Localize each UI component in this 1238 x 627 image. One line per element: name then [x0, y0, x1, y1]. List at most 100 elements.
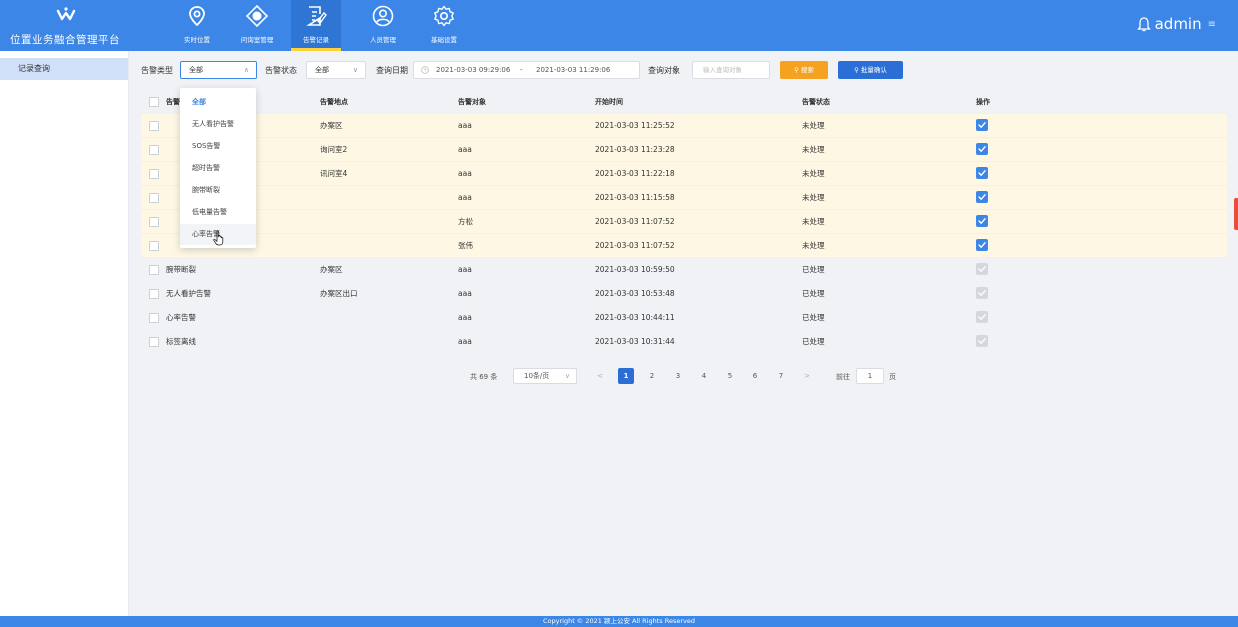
chevron-down-icon[interactable]: ≡ [1208, 19, 1216, 30]
page-2[interactable]: 2 [644, 368, 660, 384]
alarm-type-select[interactable]: 全部 ∧ [180, 61, 257, 79]
row-checkbox[interactable] [149, 241, 159, 251]
cell-target: 张伟 [458, 241, 473, 250]
dropdown-option[interactable]: 全部 [180, 92, 256, 113]
page-5[interactable]: 5 [722, 368, 738, 384]
logo-icon [56, 7, 76, 21]
table-row: 腕带断裂 办案区 aaa 2021-03-03 10:59:50 已处理 [141, 258, 1227, 282]
footer: Copyright © 2021 颍上公安 All Rights Reserve… [0, 616, 1238, 627]
confirm-checkbox[interactable] [976, 143, 988, 155]
clock-icon [421, 66, 429, 74]
table-row: 无人看护告警 办案区出口 aaa 2021-03-03 10:53:48 已处理 [141, 282, 1227, 306]
cell-type: 心率告警 [166, 313, 196, 322]
confirm-checkbox [976, 335, 988, 347]
table-row: 讯问室4 aaa 2021-03-03 11:22:18 未处理 [141, 162, 1227, 186]
total-count: 共 69 条 [470, 373, 498, 381]
search-button[interactable]: ⚲ 搜索 [780, 61, 828, 79]
sidebar-item-record-query[interactable]: 记录查询 [0, 58, 128, 80]
location-pin-icon [189, 6, 205, 27]
page-4[interactable]: 4 [696, 368, 712, 384]
confirm-checkbox [976, 263, 988, 275]
next-page-button[interactable]: > [799, 368, 815, 384]
nav-realtime-location[interactable]: 实时位置 [172, 0, 222, 51]
cell-target: 方松 [458, 217, 473, 226]
row-checkbox[interactable] [149, 337, 159, 347]
col-target: 告警对象 [458, 98, 486, 106]
date-end[interactable]: 2021-03-03 11:29:06 [536, 62, 610, 78]
page-6[interactable]: 6 [747, 368, 763, 384]
dropdown-option[interactable]: 超时告警 [180, 158, 256, 179]
cell-target: aaa [458, 193, 472, 202]
cell-start-time: 2021-03-03 10:53:48 [595, 289, 675, 298]
page-1[interactable]: 1 [618, 368, 634, 384]
cell-target: aaa [458, 145, 472, 154]
row-checkbox[interactable] [149, 169, 159, 179]
goto-suffix: 页 [889, 373, 896, 381]
nav-alarm-records[interactable]: 告警记录 [291, 0, 341, 51]
brand[interactable]: 位置业务融合管理平台 [0, 0, 130, 51]
cell-start-time: 2021-03-03 11:07:52 [595, 241, 675, 250]
date-start[interactable]: 2021-03-03 09:29:06 [436, 62, 510, 78]
alarm-status-select[interactable]: 全部 ∨ [306, 61, 366, 79]
cell-start-time: 2021-03-03 10:31:44 [595, 337, 675, 346]
confirm-checkbox[interactable] [976, 167, 988, 179]
side-handle[interactable] [1234, 198, 1238, 230]
confirm-checkbox[interactable] [976, 215, 988, 227]
confirm-checkbox[interactable] [976, 239, 988, 251]
cell-type: 无人看护告警 [166, 289, 211, 298]
row-checkbox[interactable] [149, 121, 159, 131]
cell-start-time: 2021-03-03 10:44:11 [595, 313, 675, 322]
nav-basic-settings[interactable]: 基础设置 [419, 0, 469, 51]
prev-page-button[interactable]: < [592, 368, 608, 384]
page-size-select[interactable]: 10条/页 ∨ [513, 368, 577, 384]
search-icon: ⚲ [854, 66, 861, 74]
date-range-picker[interactable]: 2021-03-03 09:29:06 - 2021-03-03 11:29:0… [413, 61, 640, 79]
cell-location: 办案区 [320, 121, 343, 130]
row-checkbox[interactable] [149, 313, 159, 323]
confirm-checkbox[interactable] [976, 191, 988, 203]
alarm-type-label: 告警类型 [141, 66, 173, 75]
dropdown-option[interactable]: SOS告警 [180, 136, 256, 157]
check-icon [978, 194, 986, 200]
user-icon [372, 5, 394, 27]
chevron-down-icon: ∨ [564, 372, 570, 380]
dropdown-option[interactable]: 低电量告警 [180, 202, 256, 223]
row-checkbox[interactable] [149, 289, 159, 299]
goto-page-input[interactable]: 1 [856, 368, 884, 384]
check-icon [978, 218, 986, 224]
query-target-input[interactable]: 输入查询对象 [692, 61, 770, 79]
check-icon [978, 314, 986, 320]
row-checkbox[interactable] [149, 217, 159, 227]
user-menu[interactable]: admin ≡ [1136, 15, 1216, 33]
row-checkbox[interactable] [149, 265, 159, 275]
row-checkbox[interactable] [149, 145, 159, 155]
top-header: 位置业务融合管理平台 实时位置 问询室管理 告警记录 人员管理 基础设置 adm… [0, 0, 1238, 51]
page-7[interactable]: 7 [773, 368, 789, 384]
confirm-checkbox [976, 311, 988, 323]
cell-location: 办案区出口 [320, 289, 358, 298]
cell-status: 已处理 [802, 265, 825, 274]
col-location: 告警地点 [320, 98, 348, 106]
alarm-status-label: 告警状态 [265, 66, 297, 75]
nav-interview-room[interactable]: 问询室管理 [232, 0, 282, 51]
nav-personnel[interactable]: 人员管理 [358, 0, 408, 51]
chevron-up-icon: ∧ [243, 66, 249, 74]
cell-status: 未处理 [802, 193, 825, 202]
cell-target: aaa [458, 313, 472, 322]
check-icon [978, 290, 986, 296]
confirm-checkbox [976, 287, 988, 299]
chevron-down-icon: ∨ [352, 66, 358, 74]
cell-start-time: 2021-03-03 11:25:52 [595, 121, 675, 130]
search-icon: ⚲ [794, 66, 801, 74]
row-checkbox[interactable] [149, 193, 159, 203]
confirm-checkbox[interactable] [976, 119, 988, 131]
select-all-checkbox[interactable] [149, 97, 159, 107]
dropdown-option[interactable]: 无人看护告警 [180, 114, 256, 135]
cell-start-time: 2021-03-03 10:59:50 [595, 265, 675, 274]
dropdown-option[interactable]: 腕带断裂 [180, 180, 256, 201]
cell-start-time: 2021-03-03 11:15:58 [595, 193, 675, 202]
check-icon [978, 146, 986, 152]
batch-confirm-button[interactable]: ⚲ 批量确认 [838, 61, 903, 79]
page-3[interactable]: 3 [670, 368, 686, 384]
bell-icon[interactable] [1136, 16, 1151, 32]
